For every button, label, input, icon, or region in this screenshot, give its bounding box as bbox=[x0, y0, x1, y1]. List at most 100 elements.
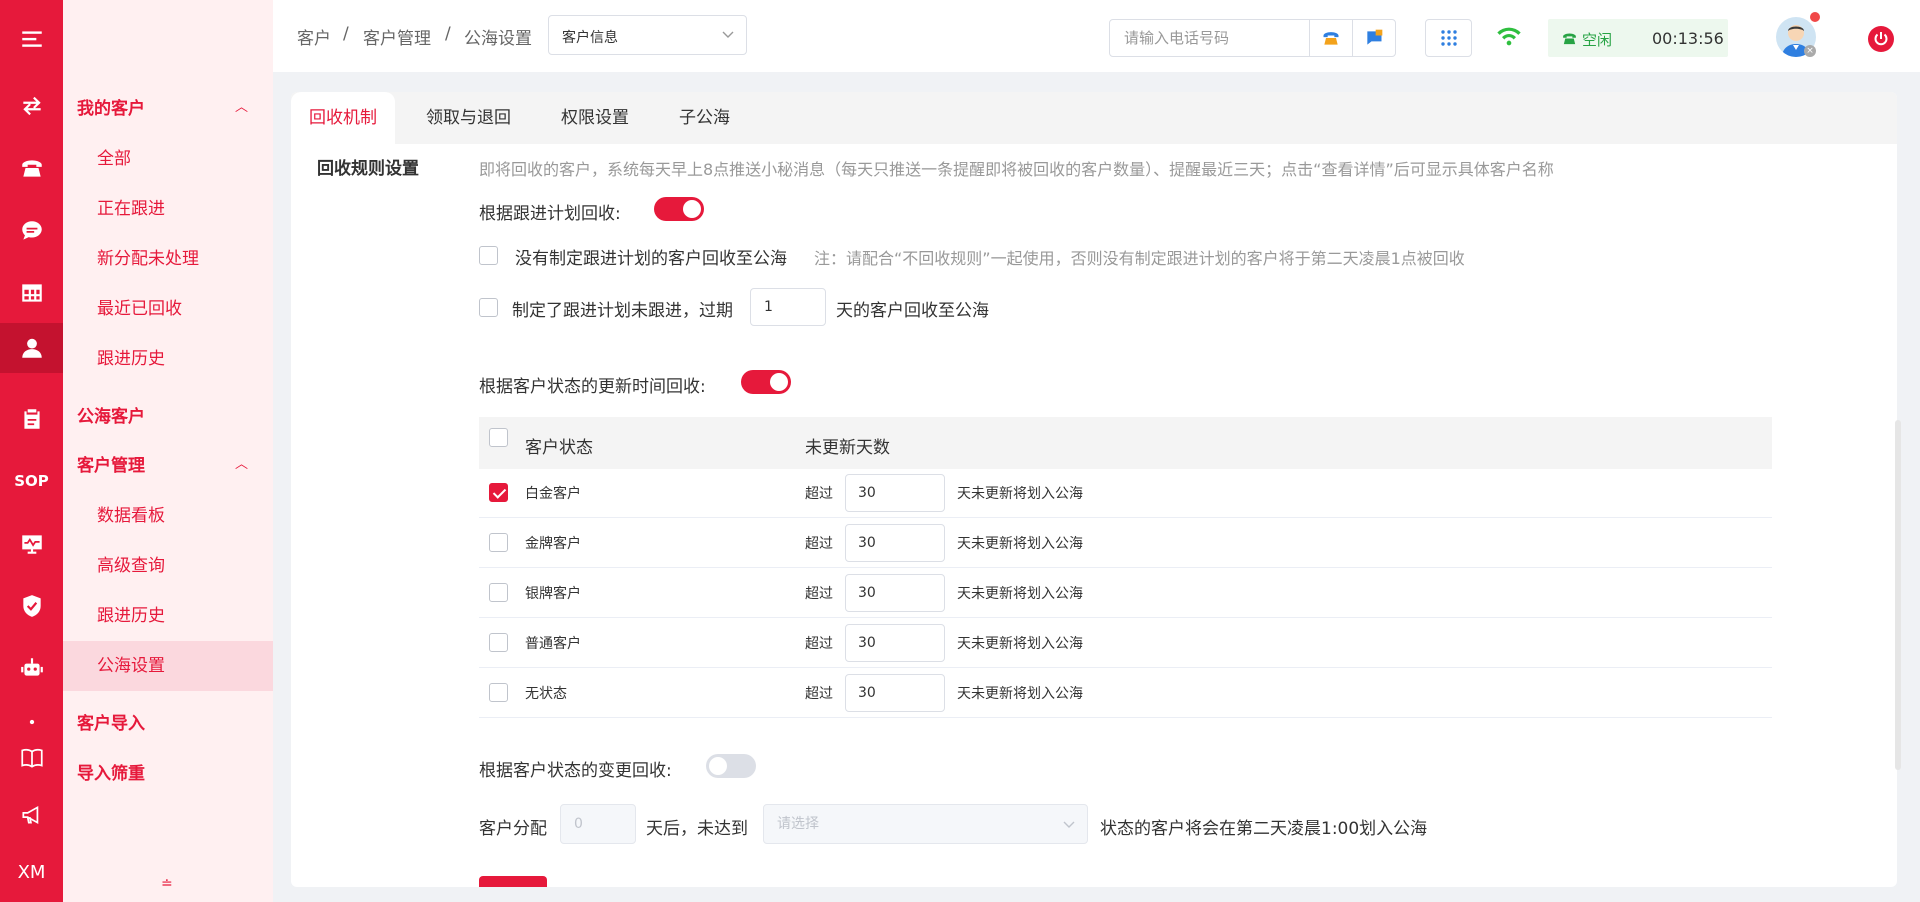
robot-icon[interactable] bbox=[0, 643, 63, 693]
menu-group-import-filter[interactable]: 导入筛重 bbox=[77, 759, 145, 784]
sidebar-item-all[interactable]: 全部 bbox=[63, 134, 273, 184]
row-checkbox[interactable] bbox=[489, 483, 508, 502]
sidebar-item-follow-history-2[interactable]: 跟进历史 bbox=[63, 591, 273, 641]
select-all-checkbox[interactable] bbox=[489, 428, 508, 447]
transfer-icon[interactable] bbox=[0, 81, 63, 131]
book-icon[interactable] bbox=[0, 733, 63, 783]
menu-group-public-pool[interactable]: 公海客户 bbox=[77, 402, 145, 427]
monitor-chart-icon[interactable] bbox=[0, 519, 63, 569]
notification-dot bbox=[1810, 12, 1820, 22]
phone-number-input[interactable]: 请输入电话号码 bbox=[1109, 19, 1311, 57]
row-days-input[interactable]: 30 bbox=[845, 674, 945, 712]
row-days-input[interactable]: 30 bbox=[845, 574, 945, 612]
by-change-toggle[interactable] bbox=[706, 754, 756, 778]
shield-check-icon[interactable] bbox=[0, 581, 63, 631]
no-plan-checkbox[interactable] bbox=[479, 246, 498, 265]
settings-card: 回收机制 领取与退回 权限设置 子公海 回收规则设置 即将回收的客户，系统每天早… bbox=[291, 92, 1897, 887]
assign-prefix: 客户分配 bbox=[479, 819, 547, 839]
chevron-up-icon[interactable]: ︿ bbox=[235, 453, 248, 472]
user-icon[interactable] bbox=[0, 323, 63, 373]
no-plan-note: 注：请配合“不回收规则”一起使用，否则没有制定跟进计划的客户将于第二天凌晨1点被… bbox=[814, 249, 1465, 268]
table-row: 无状态 超过 30 天未更新将划入公海 bbox=[479, 668, 1772, 718]
telephone-icon[interactable] bbox=[0, 143, 63, 193]
assign-days-input[interactable]: 0 bbox=[560, 804, 636, 844]
row-suffix: 天未更新将划入公海 bbox=[957, 636, 1083, 652]
by-plan-toggle[interactable] bbox=[654, 197, 704, 221]
dial-phone-icon bbox=[1323, 32, 1339, 45]
xm-label[interactable]: XM bbox=[0, 847, 63, 897]
tab-sub-pool[interactable]: 子公海 bbox=[679, 92, 730, 144]
tab-claim-return[interactable]: 领取与退回 bbox=[426, 92, 511, 144]
table-row: 白金客户 超过 30 天未更新将划入公海 bbox=[479, 468, 1772, 518]
status-table-header: 客户状态 未更新天数 bbox=[479, 417, 1772, 469]
sidebar-item-follow-history[interactable]: 跟进历史 bbox=[63, 334, 273, 384]
sidebar-item-public-pool-settings[interactable]: 公海设置 bbox=[63, 641, 273, 691]
wifi-icon bbox=[1497, 27, 1521, 46]
scrollbar[interactable] bbox=[1895, 420, 1901, 770]
recycle-notice: 即将回收的客户，系统每天早上8点推送小秘消息（每天只推送一条提醒即将被回收的客户… bbox=[479, 160, 1554, 179]
row-checkbox[interactable] bbox=[489, 633, 508, 652]
sidebar-item-dashboard[interactable]: 数据看板 bbox=[63, 491, 273, 541]
dial-button[interactable] bbox=[1309, 19, 1353, 57]
row-suffix: 天未更新将划入公海 bbox=[957, 486, 1083, 502]
row-days-input[interactable]: 30 bbox=[845, 524, 945, 562]
table-grid-icon[interactable] bbox=[0, 268, 63, 318]
row-over-label: 超过 bbox=[805, 686, 833, 702]
tab-permissions[interactable]: 权限设置 bbox=[561, 92, 629, 144]
row-days-input[interactable]: 30 bbox=[845, 474, 945, 512]
tab-recycle-mechanism[interactable]: 回收机制 bbox=[291, 92, 395, 144]
row-days-input[interactable]: 30 bbox=[845, 624, 945, 662]
menu-group-customer-management[interactable]: 客户管理 bbox=[77, 451, 145, 476]
table-row: 银牌客户 超过 30 天未更新将划入公海 bbox=[479, 568, 1772, 618]
megaphone-icon[interactable] bbox=[0, 790, 63, 840]
section-title: 回收规则设置 bbox=[317, 159, 419, 179]
sidebar-item-following[interactable]: 正在跟进 bbox=[63, 184, 273, 234]
call-status: 空闲 00:13:56 bbox=[1548, 19, 1728, 57]
select-value: 客户信息 bbox=[562, 30, 618, 46]
menu-group-my-customers[interactable]: 我的客户 bbox=[77, 94, 145, 119]
message-icon bbox=[1366, 29, 1383, 45]
info-type-select[interactable]: 客户信息 bbox=[548, 15, 747, 55]
call-state: 空闲 bbox=[1582, 31, 1613, 49]
power-button[interactable] bbox=[1868, 26, 1894, 52]
assign-status-select[interactable]: 请选择 bbox=[763, 804, 1088, 844]
save-button[interactable] bbox=[479, 876, 547, 887]
by-update-toggle[interactable] bbox=[741, 370, 791, 394]
sidebar-item-new-unprocessed[interactable]: 新分配未处理 bbox=[63, 234, 273, 284]
overdue-checkbox[interactable] bbox=[479, 298, 498, 317]
xm-text: XM bbox=[17, 861, 46, 883]
top-header: 客户 / 客户管理 / 公海设置 客户信息 请输入电话号码 空闲 00:13:5… bbox=[273, 0, 1920, 72]
row-status-name: 银牌客户 bbox=[525, 586, 581, 602]
no-plan-label: 没有制定跟进计划的客户回收至公海 bbox=[515, 249, 787, 269]
row-checkbox[interactable] bbox=[489, 533, 508, 552]
row-checkbox[interactable] bbox=[489, 583, 508, 602]
sop-label[interactable]: SOP bbox=[0, 456, 63, 506]
sidebar-item-recently-recycled[interactable]: 最近已回收 bbox=[63, 284, 273, 334]
overdue-suffix: 天的客户回收至公海 bbox=[836, 301, 989, 321]
menu-group-customer-import[interactable]: 客户导入 bbox=[77, 709, 145, 734]
chevron-up-icon[interactable]: ︿ bbox=[235, 96, 248, 115]
row-checkbox[interactable] bbox=[489, 683, 508, 702]
app-grid-button[interactable] bbox=[1425, 19, 1472, 57]
row-over-label: 超过 bbox=[805, 636, 833, 652]
chevron-down-icon bbox=[1063, 821, 1075, 828]
breadcrumb-sep: / bbox=[445, 24, 451, 44]
row-status-name: 无状态 bbox=[525, 686, 567, 702]
sidebar-submenu: 我的客户 ︿ 全部 正在跟进 新分配未处理 最近已回收 跟进历史 公海客户 客户… bbox=[63, 0, 273, 902]
breadcrumb-customer-management[interactable]: 客户管理 bbox=[363, 24, 431, 49]
by-change-label: 根据客户状态的变更回收: bbox=[479, 761, 672, 781]
power-icon bbox=[1874, 32, 1888, 46]
menu-icon[interactable] bbox=[0, 14, 63, 64]
chat-bubble-icon[interactable] bbox=[0, 206, 63, 256]
message-button[interactable] bbox=[1352, 19, 1396, 57]
clipboard-icon[interactable] bbox=[0, 394, 63, 444]
row-over-label: 超过 bbox=[805, 536, 833, 552]
overdue-days-input[interactable]: 1 bbox=[750, 288, 826, 326]
by-update-label: 根据客户状态的更新时间回收: bbox=[479, 377, 706, 397]
call-timer: 00:13:56 bbox=[1652, 29, 1724, 48]
breadcrumb-customer[interactable]: 客户 bbox=[297, 24, 331, 49]
overdue-prefix: 制定了跟进计划未跟进，过期 bbox=[512, 301, 733, 321]
assign-select-placeholder: 请选择 bbox=[777, 816, 819, 832]
collapse-icon[interactable]: ≐ bbox=[161, 876, 175, 892]
sidebar-item-advanced-search[interactable]: 高级查询 bbox=[63, 541, 273, 591]
